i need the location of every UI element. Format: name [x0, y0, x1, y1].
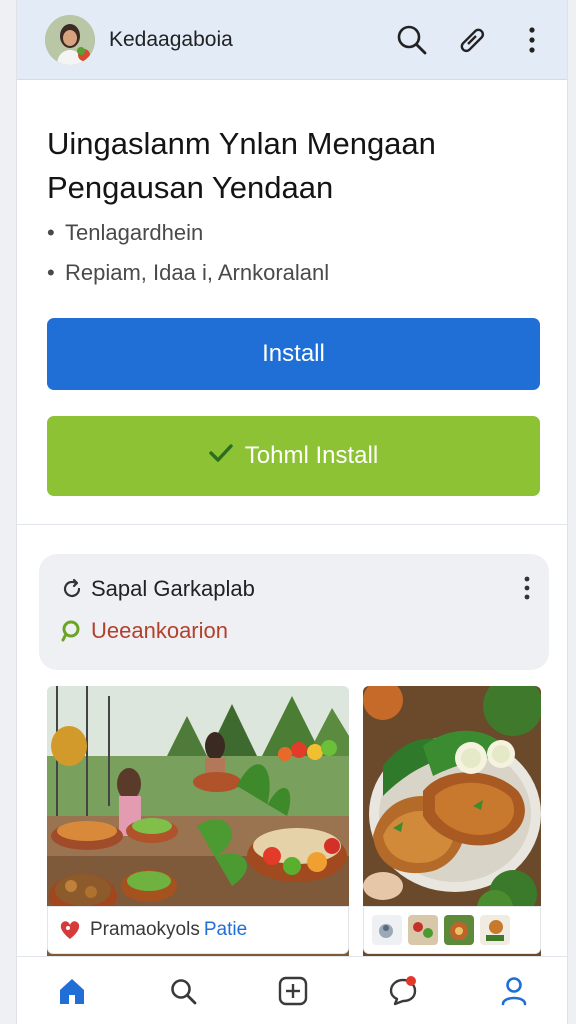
bullet-item: • Repiam, Idaa i, Arnkoralanl — [47, 260, 547, 300]
tohmi-install-button[interactable]: Tohml Install — [47, 416, 540, 496]
bullet-text: Tenlagardhein — [65, 220, 204, 245]
media-caption[interactable]: Pramaokyols Patie — [47, 906, 349, 954]
bullet-list: • Tenlagardhein • Repiam, Idaa i, Arnkor… — [47, 220, 547, 300]
location-pin-icon — [61, 620, 81, 642]
phone-screen: Kedaagaboia Uingaslanm Ynlan Mengaan Pen… — [16, 0, 568, 1024]
card-title: Sapal Garkaplab — [91, 576, 255, 601]
chat-icon[interactable] — [383, 971, 423, 1011]
more-vert-icon[interactable] — [523, 576, 531, 605]
bullet-text: Repiam, Idaa i, Arnkoralanl — [65, 260, 330, 285]
more-vert-icon[interactable] — [515, 23, 549, 57]
home-icon[interactable] — [52, 971, 92, 1011]
checkmark-icon — [209, 442, 233, 470]
thumbnail-image[interactable] — [444, 915, 474, 945]
refresh-icon — [61, 578, 83, 600]
thumbnail-image[interactable] — [372, 915, 402, 945]
thumbnail-strip — [363, 906, 541, 954]
thumbnail-image[interactable] — [408, 915, 438, 945]
profile-icon[interactable] — [494, 971, 534, 1011]
bullet-dot-icon: • — [47, 260, 55, 285]
add-icon[interactable] — [273, 971, 313, 1011]
tohmi-install-label: Tohml Install — [244, 442, 379, 469]
app-title: Kedaagaboia — [109, 27, 233, 51]
avatar-image — [45, 14, 95, 65]
divider — [17, 524, 567, 525]
search-icon[interactable] — [395, 23, 429, 57]
title-line-2: Pengausan Yendaan — [47, 170, 334, 205]
bottom-nav — [17, 956, 567, 1024]
bullet-dot-icon: • — [47, 220, 55, 245]
bullet-item: • Tenlagardhein — [47, 220, 547, 260]
thumbnail-image[interactable] — [480, 915, 510, 945]
app-bar: Kedaagaboia — [17, 0, 567, 80]
caption-link[interactable]: Patie — [204, 919, 247, 941]
info-card[interactable]: Sapal Garkaplab Ueeankoarion — [39, 554, 549, 670]
title-line-1: Uingaslanm Ynlan Mengaan — [47, 126, 436, 161]
caption-text: Pramaokyols — [90, 919, 200, 940]
search-icon[interactable] — [163, 971, 203, 1011]
heart-icon[interactable] — [58, 919, 82, 941]
card-subtitle: Ueeankoarion — [91, 618, 228, 643]
install-button[interactable]: Install — [47, 318, 540, 390]
page-title: Uingaslanm Ynlan Mengaan Pengausan Yenda… — [47, 122, 547, 210]
link-icon[interactable] — [455, 23, 489, 57]
avatar[interactable] — [45, 14, 95, 65]
install-button-label: Install — [262, 340, 325, 367]
